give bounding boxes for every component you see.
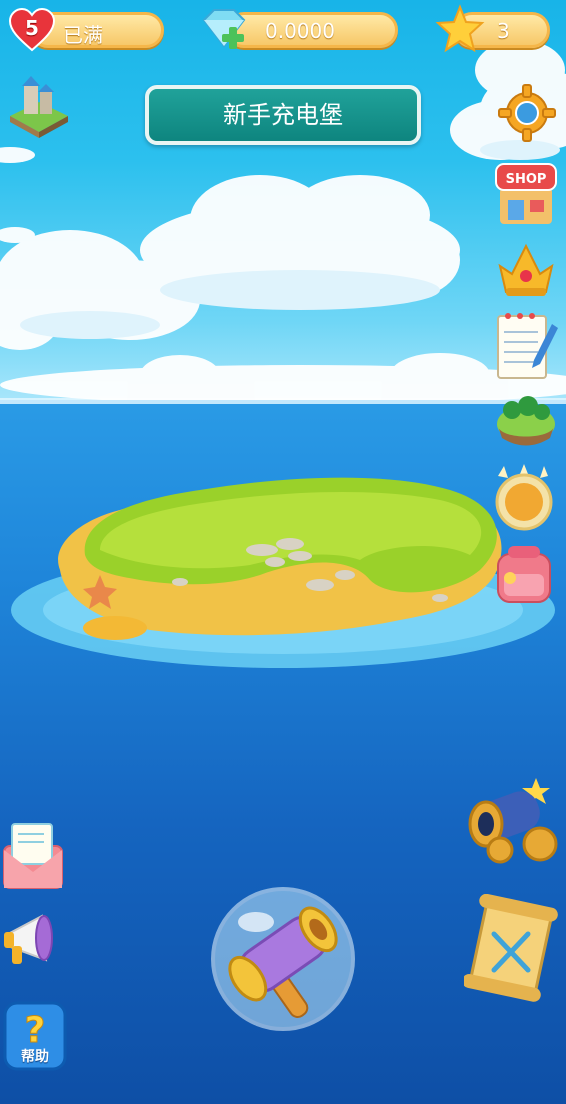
star-icon [435, 4, 485, 53]
settings-gear-icon[interactable] [496, 82, 558, 144]
achievement-medal-icon[interactable] [488, 462, 560, 534]
level-title: 新手充电堡 [145, 85, 421, 145]
task-notebook-icon[interactable] [494, 310, 560, 382]
treasure-map-icon[interactable] [464, 894, 560, 1002]
lives-status: 已满 [63, 23, 103, 47]
island [11, 477, 555, 668]
backpack-icon[interactable] [490, 540, 558, 608]
lives-count: 5 [25, 16, 39, 40]
crown-rank-icon[interactable] [494, 236, 558, 300]
gems-count: 0.0000 [265, 19, 335, 43]
announcement-megaphone-icon[interactable] [0, 908, 68, 972]
shop-sign: SHOP [506, 172, 547, 187]
world-map-island-icon[interactable] [494, 386, 558, 450]
stars-count: 3 [497, 19, 510, 43]
diamond-plus-icon[interactable] [198, 6, 250, 56]
island-castle-icon[interactable] [6, 72, 72, 142]
cannon-icon[interactable] [462, 776, 558, 866]
mail-icon[interactable] [0, 818, 68, 894]
svg-text:?: ? [25, 1010, 46, 1051]
help-label: 帮助 [21, 1049, 49, 1065]
gems-bar[interactable]: 0.0000 [226, 12, 398, 48]
shop-icon[interactable]: SHOP [494, 160, 558, 230]
clouds [0, 40, 566, 400]
hammer-bubble-icon[interactable] [208, 884, 358, 1034]
